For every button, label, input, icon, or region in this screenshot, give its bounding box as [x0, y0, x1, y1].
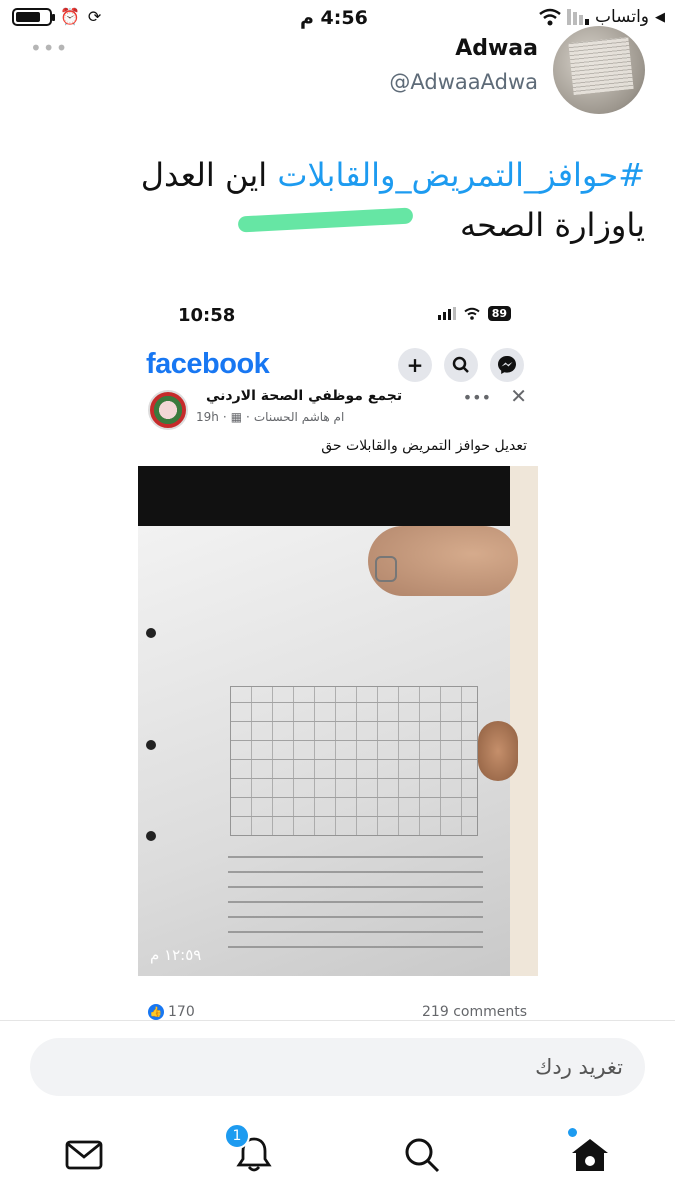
post-age: 19h: [196, 410, 219, 424]
group-name: تجمع موظفي الصحة الاردني: [206, 388, 403, 404]
messenger-icon: [490, 348, 524, 382]
like-icon: 👍: [148, 1004, 164, 1020]
author-handle[interactable]: @AdwaaAdwa: [389, 70, 538, 94]
reply-input[interactable]: تغريد ردك: [30, 1038, 645, 1096]
play-icon: ◀: [655, 9, 665, 25]
status-left: ⏰ ⟳: [12, 8, 101, 26]
home-dot: [568, 1128, 577, 1137]
post-header: تجمع موظفي الصحة الاردني 19h · ▦ · ام ها…: [130, 384, 545, 432]
battery-icon: [12, 8, 55, 26]
post-meta: 19h · ▦ · ام هاشم الحسنات: [196, 410, 345, 424]
notifications-tab[interactable]: 1: [224, 1123, 276, 1177]
emblem-icon: [375, 556, 397, 582]
post-author: ام هاشم الحسنات: [253, 410, 345, 424]
likes-count: 👍 170: [148, 1004, 195, 1020]
more-dots-icon[interactable]: •••: [30, 36, 68, 60]
reply-placeholder: تغريد ردك: [535, 1055, 623, 1079]
likes-number: 170: [168, 1004, 195, 1020]
home-tab[interactable]: [568, 1128, 612, 1177]
home-icon: [572, 1139, 608, 1171]
messages-tab[interactable]: [62, 1133, 106, 1177]
status-bar: ⏰ ⟳ 4:56 م واتساب ◀: [0, 0, 675, 36]
embedded-time: 10:58: [178, 305, 236, 326]
embedded-signal-icon: [437, 307, 456, 320]
bottom-nav: 1: [0, 1115, 675, 1200]
status-time: 4:56 م: [300, 7, 368, 29]
facebook-logo: facebook: [146, 348, 270, 380]
photo-timestamp: ١٢:٥٩ م: [150, 946, 202, 964]
wifi-icon: [539, 8, 561, 26]
search-tab[interactable]: [400, 1133, 444, 1177]
signal-icon: [566, 9, 589, 25]
divider: [0, 1020, 675, 1021]
avatar[interactable]: [553, 26, 645, 114]
embedded-status-bar: 10:58 89: [130, 300, 545, 330]
carrier-label: واتساب: [594, 7, 649, 27]
hashtag-link[interactable]: #حوافز_التمريض_والقابلات: [277, 156, 645, 194]
post-more-icon: •••: [462, 388, 491, 407]
tweet-text: #حوافز_التمريض_والقابلات اين العدل ياوزا…: [85, 150, 645, 250]
author-name[interactable]: Adwaa: [455, 36, 538, 61]
embedded-battery: 89: [487, 306, 511, 321]
embedded-wifi-icon: [464, 307, 480, 320]
comments-count: 219 comments: [422, 1004, 527, 1020]
notification-badge: 1: [224, 1123, 250, 1149]
embedded-screenshot[interactable]: 10:58 89 facebook + تجمع موظفي الصحة الا…: [130, 290, 545, 1020]
alarm-icon: ⏰: [60, 7, 80, 26]
document-photo: ١٢:٥٩ م: [138, 466, 538, 976]
tweet-text-line2: ياوزارة الصحه: [459, 206, 645, 244]
search-icon: [444, 348, 478, 382]
status-right: واتساب ◀: [539, 7, 665, 27]
group-icon: ▦: [230, 410, 243, 424]
plus-icon: +: [398, 348, 432, 382]
embedded-status-icons: 89: [437, 306, 511, 321]
tweet-text-line1: اين العدل: [140, 156, 278, 194]
post-caption: تعديل حوافز التمريض والقابلات حق: [321, 438, 527, 454]
mail-icon: [65, 1140, 103, 1170]
search-icon: [405, 1138, 440, 1173]
rotation-lock-icon: ⟳: [87, 7, 102, 26]
group-avatar: [148, 390, 188, 430]
close-icon: ✕: [510, 384, 527, 408]
